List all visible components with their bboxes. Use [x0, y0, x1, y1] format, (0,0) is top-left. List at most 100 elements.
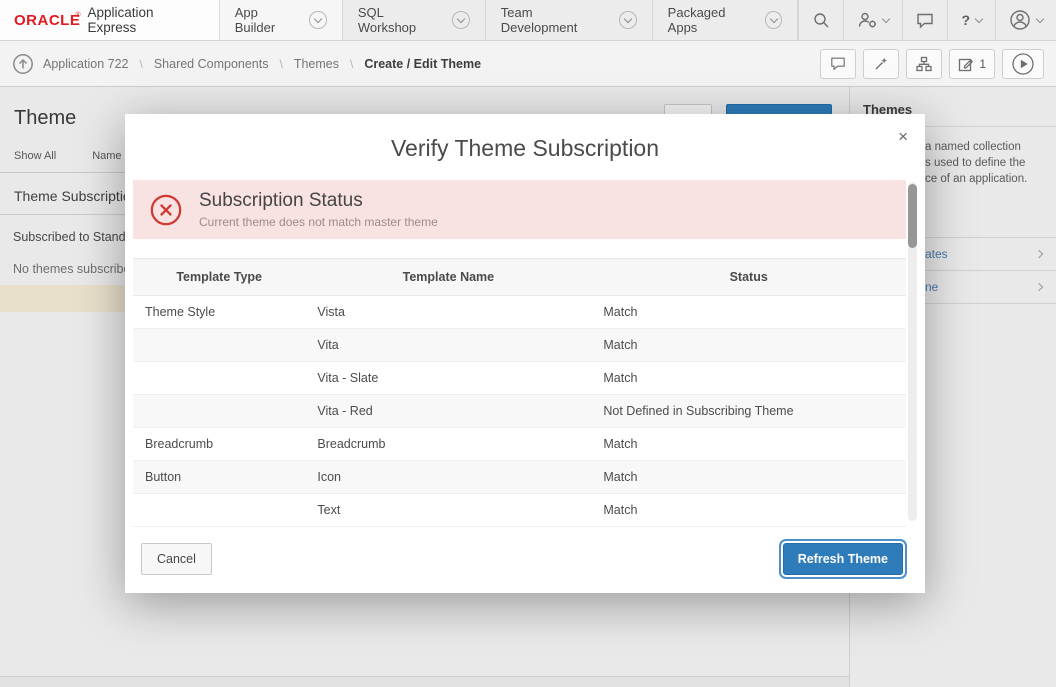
table-cell: Match: [591, 428, 906, 461]
wand-icon: [873, 56, 889, 72]
page-toolbar: 1: [820, 49, 1044, 79]
breadcrumb-application[interactable]: Application 722: [43, 57, 128, 71]
breadcrumb-themes[interactable]: Themes: [294, 57, 339, 71]
table-row: Vita - SlateMatch: [133, 362, 906, 395]
primary-nav: App Builder SQL Workshop Team Developmen…: [220, 0, 799, 40]
about-line: a named collection: [925, 139, 1056, 155]
close-icon[interactable]: ×: [898, 128, 908, 145]
table-row: TextMatch: [133, 494, 906, 527]
alert-text: Subscription Status Current theme does n…: [199, 190, 438, 229]
hierarchy-icon: [916, 56, 932, 72]
breadcrumb-separator: \: [350, 57, 353, 71]
table-cell: [133, 395, 305, 428]
table-cell: Text: [305, 494, 591, 527]
chevron-right-icon: [1035, 283, 1043, 291]
feedback-page-button[interactable]: [820, 49, 856, 79]
table-cell: Match: [591, 362, 906, 395]
tab-label: SQL Workshop: [358, 5, 443, 35]
filter-show-all[interactable]: Show All: [14, 150, 56, 162]
chevron-down-icon[interactable]: [765, 11, 783, 29]
dialog-scroll-area: Subscription Status Current theme does n…: [125, 180, 925, 531]
chevron-down-icon[interactable]: [452, 11, 470, 29]
shortcuts-button[interactable]: [863, 49, 899, 79]
chevron-down-icon: [975, 15, 983, 23]
dialog-content: Subscription Status Current theme does n…: [133, 180, 906, 531]
footer-strip: [0, 676, 849, 687]
brand-text: ORACLE®: [14, 12, 81, 29]
column-status: Status: [591, 259, 906, 296]
edit-page-button[interactable]: 1: [949, 49, 995, 79]
app-header: ORACLE® Application Express App Builder …: [0, 0, 1056, 41]
table-row: Vita - RedNot Defined in Subscribing The…: [133, 395, 906, 428]
table-cell: Match: [591, 329, 906, 362]
help-menu-button[interactable]: ?: [947, 0, 995, 40]
modal-scrollbar[interactable]: [908, 182, 917, 521]
play-icon: [1011, 52, 1035, 76]
oracle-logo: ORACLE® Application Express: [0, 0, 220, 40]
subscription-table: Template Type Template Name Status Theme…: [133, 258, 906, 527]
account-icon: [1009, 9, 1031, 31]
tab-team-development[interactable]: Team Development: [486, 0, 653, 40]
subscription-status-alert: Subscription Status Current theme does n…: [133, 180, 906, 239]
edit-page-number: 1: [979, 57, 986, 71]
table-cell: Vita - Slate: [305, 362, 591, 395]
cancel-button[interactable]: Cancel: [141, 543, 212, 575]
table-cell: Vita: [305, 329, 591, 362]
tab-label: Packaged Apps: [668, 5, 756, 35]
admin-user-icon: [857, 11, 877, 29]
tab-app-builder[interactable]: App Builder: [220, 0, 343, 40]
table-cell: Match: [591, 296, 906, 329]
table-cell: Theme Style: [133, 296, 305, 329]
up-navigation-icon[interactable]: [12, 53, 34, 75]
table-cell: Not Defined in Subscribing Theme: [591, 395, 906, 428]
chevron-right-icon: [1035, 250, 1043, 258]
chevron-down-icon[interactable]: [619, 11, 637, 29]
search-button[interactable]: [798, 0, 843, 40]
chat-bubble-icon: [916, 12, 934, 29]
refresh-theme-button[interactable]: Refresh Theme: [783, 543, 903, 575]
table-cell: Match: [591, 494, 906, 527]
feedback-button[interactable]: [902, 0, 947, 40]
sidebar-link-label: ne: [925, 280, 938, 294]
chevron-down-icon: [882, 15, 890, 23]
chevron-down-icon[interactable]: [309, 11, 327, 29]
breadcrumb-current: Create / Edit Theme: [364, 57, 481, 71]
dialog-footer: Cancel Refresh Theme: [125, 531, 925, 593]
search-icon: [812, 11, 830, 29]
tab-sql-workshop[interactable]: SQL Workshop: [343, 0, 486, 40]
table-row: BreadcrumbBreadcrumbMatch: [133, 428, 906, 461]
scrollbar-thumb[interactable]: [908, 184, 917, 248]
breadcrumb: Application 722 \ Shared Components \ Th…: [12, 53, 481, 75]
table-cell: Match: [591, 461, 906, 494]
breadcrumb-separator: \: [279, 57, 282, 71]
page-title: Theme: [14, 107, 76, 130]
table-row: ButtonIconMatch: [133, 461, 906, 494]
subscription-table-head: Template Type Template Name Status: [133, 259, 906, 296]
run-app-button[interactable]: [1002, 49, 1044, 79]
admin-menu-button[interactable]: [843, 0, 902, 40]
sidebar-link-label: ates: [925, 247, 948, 261]
table-cell: [133, 494, 305, 527]
product-name: Application Express: [88, 5, 203, 35]
about-line: s used to define the: [925, 155, 1056, 171]
account-menu-button[interactable]: [995, 0, 1056, 40]
edit-icon: [958, 56, 974, 72]
column-template-name: Template Name: [305, 259, 591, 296]
verify-theme-subscription-dialog: Verify Theme Subscription × Subscription…: [125, 114, 925, 593]
tab-label: App Builder: [235, 5, 301, 35]
dialog-title: Verify Theme Subscription: [125, 135, 925, 162]
shared-components-button[interactable]: [906, 49, 942, 79]
breadcrumb-bar: Application 722 \ Shared Components \ Th…: [0, 41, 1056, 87]
subscription-table-body: Theme StyleVistaMatchVitaMatchVita - Sla…: [133, 296, 906, 527]
table-cell: Icon: [305, 461, 591, 494]
table-cell: Breadcrumb: [305, 428, 591, 461]
filter-name[interactable]: Name: [92, 150, 121, 162]
breadcrumb-shared-components[interactable]: Shared Components: [154, 57, 269, 71]
breadcrumb-separator: \: [139, 57, 142, 71]
tab-packaged-apps[interactable]: Packaged Apps: [653, 0, 799, 40]
table-cell: Breadcrumb: [133, 428, 305, 461]
alert-title: Subscription Status: [199, 190, 438, 212]
alert-message: Current theme does not match master them…: [199, 215, 438, 229]
table-row: Theme StyleVistaMatch: [133, 296, 906, 329]
about-line: ce of an application.: [925, 171, 1056, 187]
